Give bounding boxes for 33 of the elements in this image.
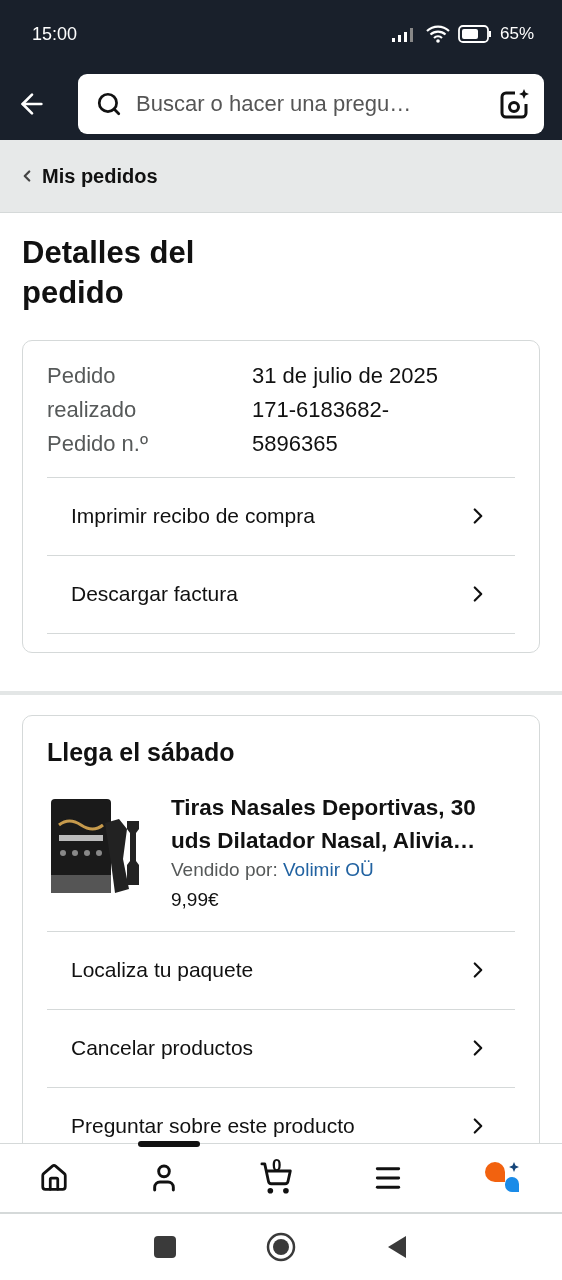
home-icon[interactable] bbox=[39, 1163, 70, 1193]
battery-icon bbox=[457, 25, 492, 43]
info-value: 31 de julio de 2025 bbox=[252, 361, 439, 390]
wifi-icon bbox=[425, 25, 450, 43]
action-row[interactable]: Cancelar productos bbox=[47, 1009, 515, 1088]
breadcrumb-link[interactable]: Mis pedidos bbox=[42, 164, 158, 188]
back-button[interactable] bbox=[386, 1235, 408, 1259]
info-label: Pedido n.º bbox=[47, 429, 149, 458]
info-label: Pedido realizado bbox=[47, 361, 138, 424]
camera-sparkle-icon[interactable] bbox=[498, 88, 530, 120]
action-row[interactable]: Localiza tu paquete bbox=[47, 931, 515, 1010]
recents-button[interactable] bbox=[154, 1236, 176, 1258]
page-title: Detalles del pedido bbox=[22, 234, 196, 313]
shipment-heading: Llega el sábado bbox=[47, 737, 236, 767]
product-price: 9,99€ bbox=[171, 888, 220, 911]
status-time: 15:00 bbox=[32, 23, 78, 45]
home-button[interactable] bbox=[266, 1232, 296, 1262]
search-icon bbox=[96, 91, 122, 117]
action-label: Imprimir recibo de compra bbox=[71, 504, 315, 529]
info-value: 171-6183682-5896365 bbox=[252, 395, 390, 458]
cart-icon[interactable] bbox=[259, 1161, 293, 1195]
home-indicator bbox=[138, 1141, 200, 1147]
action-label: Descargar factura bbox=[71, 582, 238, 607]
battery-percent: 65% bbox=[499, 24, 534, 44]
seller-link[interactable]: Volimir OÜ bbox=[283, 858, 374, 880]
product-title[interactable]: Tiras Nasales Deportivas, 30 uds Dilatador Nasal, Alivia… bbox=[171, 790, 515, 857]
action-row[interactable]: Descargar factura bbox=[47, 555, 515, 634]
action-label: Cancelar productos bbox=[71, 1036, 254, 1061]
search-bar[interactable]: Buscar o hacer una pregu… bbox=[78, 74, 544, 134]
seller-text: Vendido por: Volimir OÜ bbox=[171, 858, 375, 881]
action-row[interactable]: Imprimir recibo de compra bbox=[47, 477, 515, 556]
action-label: Preguntar sobre este producto bbox=[71, 1114, 355, 1139]
action-label: Localiza tu paquete bbox=[71, 958, 254, 983]
